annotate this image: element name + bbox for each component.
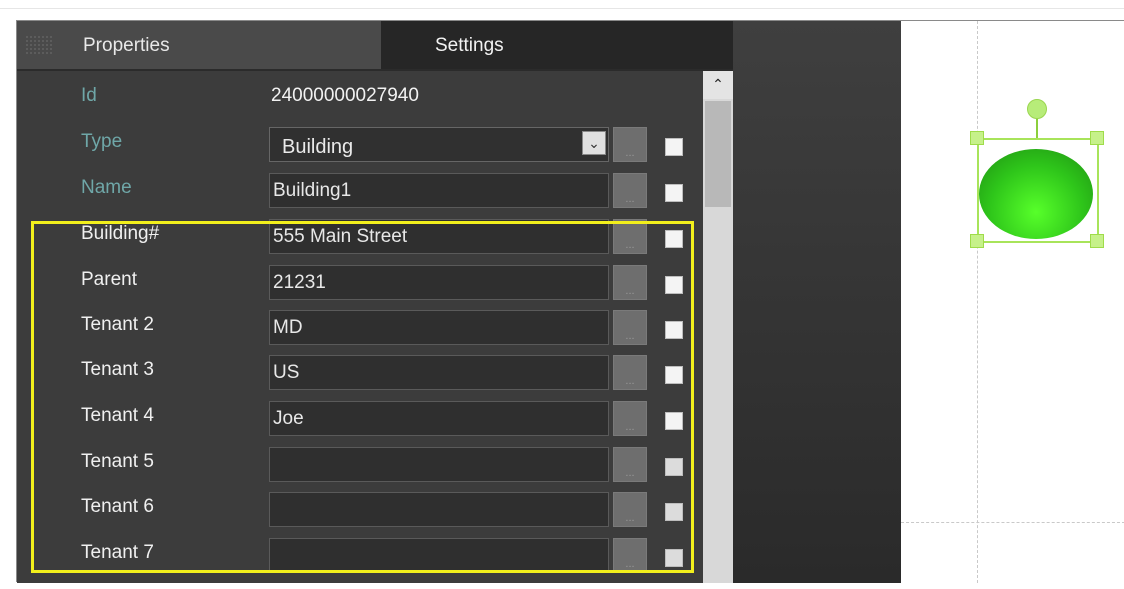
chevron-down-icon[interactable]: ⌄ — [582, 131, 606, 155]
top-divider — [0, 8, 1124, 9]
highlight-box — [31, 221, 694, 573]
type-label: Type — [81, 131, 123, 152]
tab-properties-label: Properties — [83, 35, 170, 56]
rotation-stem — [1036, 118, 1038, 138]
resize-handle-bottom-right[interactable] — [1090, 234, 1104, 248]
name-field-value: Building1 — [273, 180, 352, 201]
tab-properties[interactable]: Properties — [17, 21, 381, 69]
name-checkbox[interactable] — [665, 184, 683, 202]
editor-window: Properties Settings Id 24000000027940 Ty… — [16, 20, 1124, 583]
row-name: Name Building1 ... — [17, 167, 703, 212]
chevron-up-icon[interactable]: ⌃ — [703, 71, 733, 99]
design-canvas[interactable] — [901, 21, 1124, 583]
row-id: Id 24000000027940 — [17, 75, 703, 120]
row-type: Type Building ⌄ ... — [17, 121, 703, 166]
name-field[interactable]: Building1 — [269, 173, 609, 208]
name-label: Name — [81, 177, 132, 198]
type-select-value: Building — [282, 136, 354, 158]
type-checkbox[interactable] — [665, 138, 683, 156]
type-browse-button[interactable]: ... — [613, 127, 647, 162]
resize-handle-top-right[interactable] — [1090, 131, 1104, 145]
scrollbar-thumb[interactable] — [705, 101, 731, 207]
resize-handle-top-left[interactable] — [970, 131, 984, 145]
rotate-handle[interactable] — [1027, 99, 1047, 119]
resize-handle-bottom-left[interactable] — [970, 234, 984, 248]
tab-bar: Properties Settings — [17, 21, 733, 69]
grip-icon[interactable] — [25, 35, 53, 55]
tab-settings-label: Settings — [435, 35, 504, 56]
name-browse-button[interactable]: ... — [613, 173, 647, 208]
vertical-guide — [977, 21, 978, 583]
middle-panel — [733, 21, 901, 583]
id-value: 24000000027940 — [271, 85, 419, 106]
building-shape[interactable] — [979, 149, 1093, 239]
id-label: Id — [81, 85, 97, 106]
horizontal-guide — [901, 522, 1124, 523]
type-select[interactable]: Building ⌄ — [269, 127, 609, 162]
tab-settings[interactable]: Settings — [381, 21, 733, 69]
